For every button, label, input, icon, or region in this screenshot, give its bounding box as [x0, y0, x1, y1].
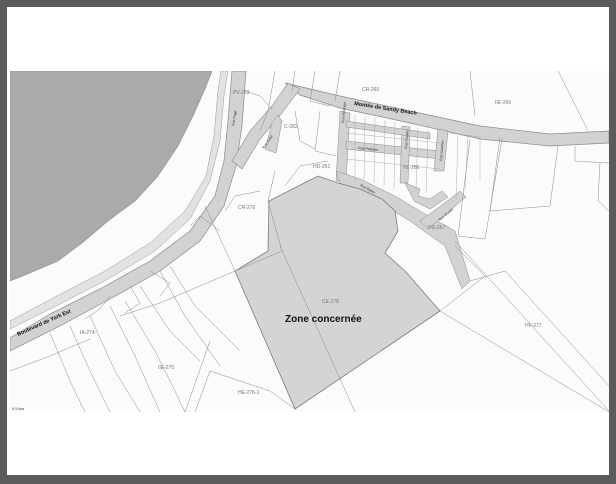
zone-label-ce278: CE-278: [322, 299, 339, 305]
zone-label-hd261: HD-261: [313, 164, 330, 170]
zone-label-pv263: PV-263: [233, 90, 250, 96]
map-frame: PV-263 CR-265 IIE-266 C-282 HD-261 HL-26…: [7, 7, 609, 475]
zoning-map-svg: PV-263 CR-265 IIE-266 C-282 HD-261 HL-26…: [10, 71, 609, 412]
scale-label: 0.5 km: [12, 406, 25, 411]
zoning-map: PV-263 CR-265 IIE-266 C-282 HD-261 HL-26…: [10, 71, 609, 412]
zone-label-c282: C-282: [284, 124, 298, 130]
zone-label-hf277: HF-277: [525, 323, 542, 329]
zone-label-cr276: CR-276: [238, 205, 255, 211]
zone-label-ie266: IIE-266: [495, 100, 511, 106]
zone-label-hl266: HL-266: [403, 165, 420, 171]
zone-label-ia274: IA-274: [80, 330, 95, 336]
zone-label-ie275: IIE-275: [158, 365, 174, 371]
highlighted-zone-label: Zone concernée: [285, 314, 362, 325]
zone-label-cr265: CR-265: [362, 87, 379, 93]
zone-label-hd267: HD-267: [428, 225, 445, 231]
zone-label-he2761: HE-276-1: [238, 390, 260, 396]
